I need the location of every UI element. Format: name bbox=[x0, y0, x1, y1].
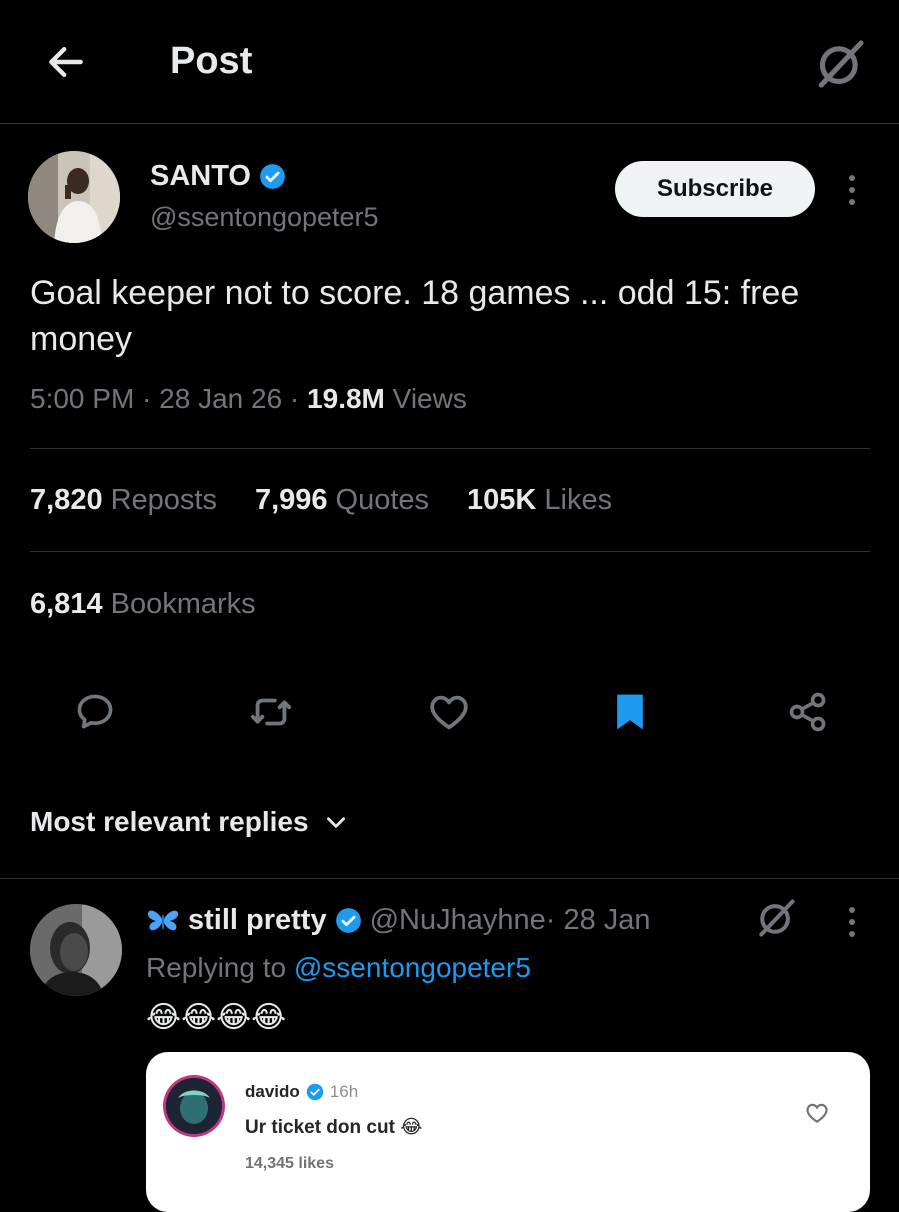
card-likes: 14,345 likes bbox=[245, 1155, 334, 1172]
reposts-count: 7,820 bbox=[30, 484, 103, 516]
reply-header: still pretty @NuJhayhne · 28 Jan bbox=[146, 904, 651, 937]
arrow-left-icon[interactable] bbox=[44, 40, 88, 84]
reply-button[interactable] bbox=[67, 684, 123, 740]
verified-badge-icon bbox=[260, 164, 285, 189]
reply-icon bbox=[77, 694, 113, 729]
bookmark-icon bbox=[617, 694, 643, 730]
reply-author-name[interactable]: still pretty bbox=[188, 904, 327, 937]
repost-icon bbox=[250, 698, 292, 726]
replying-to-prefix: Replying to bbox=[146, 952, 294, 983]
likes-count: 105K bbox=[467, 484, 537, 516]
embedded-image-card[interactable]: davido 16h Ur ticket don cut 😂 14,345 li… bbox=[146, 1052, 870, 1212]
bookmarks-stat[interactable]: 6,814 Bookmarks bbox=[30, 588, 256, 621]
reply-avatar[interactable] bbox=[30, 904, 122, 996]
author-name-text: SANTO bbox=[150, 160, 251, 192]
replying-to: Replying to @ssentongopeter5 bbox=[146, 952, 531, 984]
reply-text: 😂😂😂😂 bbox=[146, 1001, 287, 1034]
share-button[interactable] bbox=[780, 684, 836, 740]
views-count: 19.8M bbox=[307, 383, 385, 414]
bookmark-button[interactable] bbox=[602, 684, 658, 740]
grok-icon[interactable] bbox=[754, 896, 798, 940]
verified-badge-icon bbox=[335, 908, 361, 933]
likes-stat[interactable]: 105K Likes bbox=[467, 484, 620, 517]
repost-button[interactable] bbox=[243, 684, 299, 740]
quotes-stat[interactable]: 7,996 Quotes bbox=[255, 484, 437, 517]
more-options-icon[interactable] bbox=[840, 902, 864, 942]
card-comment-emoji: 😂 bbox=[400, 1117, 423, 1138]
card-username: davido bbox=[245, 1082, 300, 1101]
card-avatar bbox=[166, 1078, 222, 1134]
card-time: 16h bbox=[329, 1082, 359, 1101]
replies-divider bbox=[0, 878, 899, 879]
author-avatar[interactable] bbox=[28, 151, 120, 243]
butterfly-icon bbox=[147, 910, 179, 930]
post-timestamp: 5:00 PM · 28 Jan 26 · bbox=[30, 383, 308, 414]
quotes-count: 7,996 bbox=[254, 484, 328, 516]
like-button[interactable] bbox=[421, 684, 477, 740]
chevron-down-icon bbox=[326, 817, 345, 828]
engagement-stats: 7,820 Reposts 7,996 Quotes 105K Likes bbox=[30, 484, 620, 517]
verified-badge-icon bbox=[306, 1083, 324, 1101]
meta-divider bbox=[30, 448, 870, 449]
heart-icon bbox=[806, 1103, 828, 1123]
page-title: Post bbox=[170, 40, 253, 82]
likes-label: Likes bbox=[544, 484, 613, 516]
card-comment-text: Ur ticket don cut 😂 bbox=[245, 1116, 422, 1139]
reposts-label: Reposts bbox=[110, 484, 217, 516]
replying-to-handle[interactable]: @ssentongopeter5 bbox=[294, 952, 531, 983]
card-username-row: davido 16h bbox=[245, 1082, 358, 1102]
share-icon bbox=[789, 692, 826, 732]
stats-divider bbox=[30, 551, 870, 552]
bookmarks-count: 6,814 bbox=[30, 588, 103, 620]
quotes-label: Quotes bbox=[335, 484, 430, 516]
author-handle[interactable]: @ssentongopeter5 bbox=[150, 202, 379, 233]
card-comment-body: Ur ticket don cut bbox=[245, 1117, 395, 1138]
replies-sort-dropdown[interactable]: Most relevant replies bbox=[30, 806, 349, 838]
more-options-icon[interactable] bbox=[840, 170, 864, 210]
like-icon bbox=[430, 695, 468, 730]
reply-date: · 28 Jan bbox=[545, 904, 651, 936]
subscribe-button[interactable]: Subscribe bbox=[615, 161, 815, 217]
header-divider bbox=[0, 123, 899, 124]
bookmarks-label: Bookmarks bbox=[110, 588, 256, 620]
views-label: Views bbox=[384, 383, 467, 414]
post-meta: 5:00 PM · 28 Jan 26 · 19.8M Views bbox=[30, 383, 467, 415]
grok-icon[interactable] bbox=[812, 36, 868, 92]
reposts-stat[interactable]: 7,820 Reposts bbox=[30, 484, 225, 517]
post-text: Goal keeper not to score. 18 games ... o… bbox=[30, 274, 800, 358]
author-name[interactable]: SANTO bbox=[150, 160, 286, 193]
reply-author-handle[interactable]: @NuJhayhne bbox=[370, 904, 546, 937]
replies-sort-label: Most relevant replies bbox=[30, 806, 309, 837]
